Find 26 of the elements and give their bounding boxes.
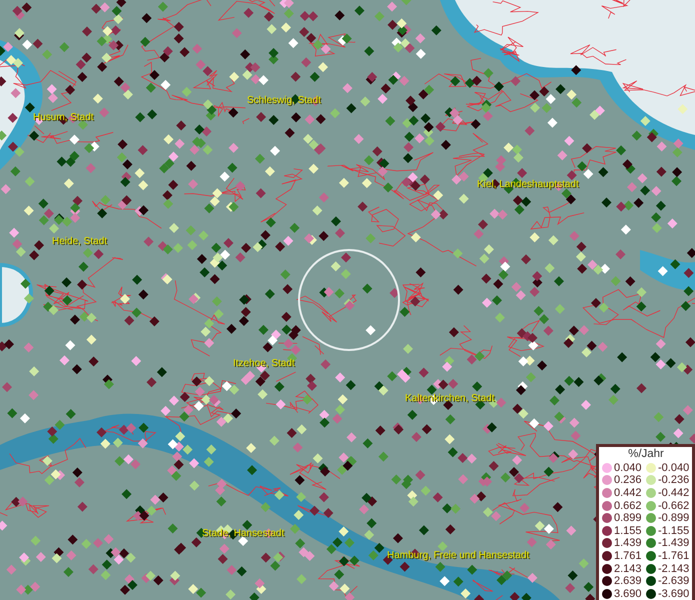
legend-label: -0.236 — [658, 474, 690, 486]
legend-label: -1.761 — [658, 550, 690, 562]
legend-label: 0.899 — [614, 512, 643, 524]
legend-label: -1.155 — [658, 524, 690, 537]
legend-label: 0.442 — [614, 486, 643, 499]
legend-label: 3.690 — [614, 588, 643, 600]
legend-label: 1.439 — [614, 537, 643, 550]
legend-label: -0.662 — [658, 500, 690, 512]
legend-label: -2.639 — [658, 575, 690, 588]
legend-label: 2.639 — [614, 575, 643, 588]
legend-title: %/Jahr — [627, 448, 665, 462]
legend-label: -0.040 — [658, 462, 690, 474]
legend-label: 0.662 — [614, 500, 643, 512]
place-label: Heide, Stadt — [52, 236, 108, 247]
legend-label: 1.155 — [614, 524, 643, 537]
legend-label: 1.761 — [614, 550, 643, 562]
place-label: Schleswig, Stadt — [247, 95, 321, 106]
legend-label: -1.439 — [658, 537, 690, 550]
legend-label: -2.143 — [658, 562, 690, 575]
legend-label: -3.690 — [658, 588, 690, 600]
place-label: Itzehoe, Stadt — [233, 358, 295, 369]
legend-label: 2.143 — [614, 562, 643, 575]
legend-label: 0.040 — [614, 462, 643, 474]
legend-label: -0.442 — [658, 486, 690, 499]
legend-label: 0.236 — [614, 474, 643, 486]
legend-label: -0.899 — [658, 512, 690, 524]
